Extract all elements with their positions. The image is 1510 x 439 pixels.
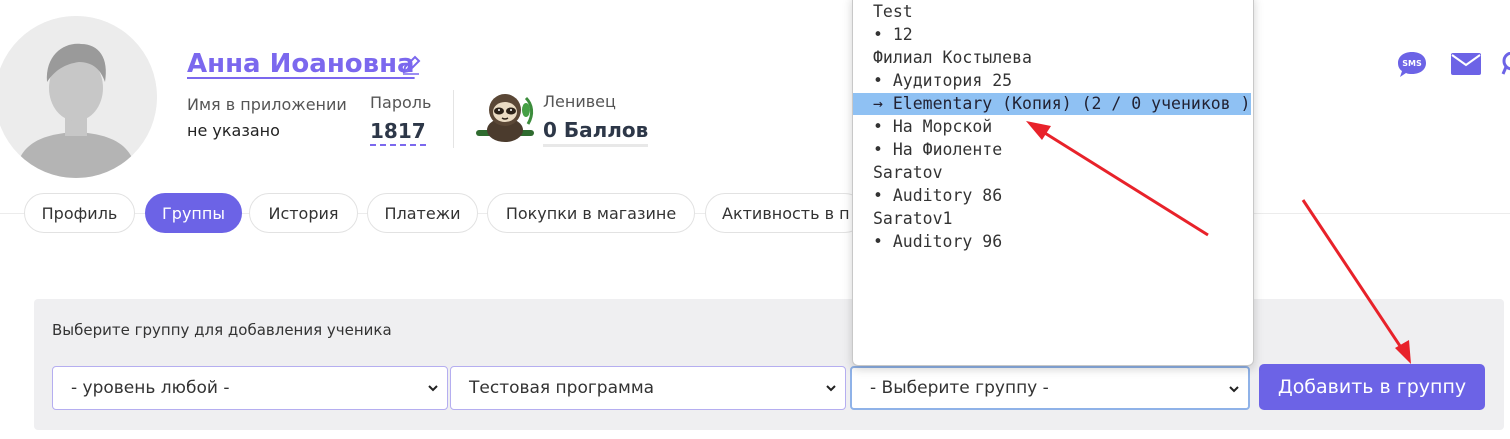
password-label: Пароль — [370, 93, 432, 112]
panel-title: Выберите группу для добавления ученика — [52, 321, 392, 339]
group-option[interactable]: • Аудитория 25 — [853, 70, 1251, 92]
level-select[interactable]: - уровень любой - — [52, 366, 448, 410]
program-select-value: Тестовая программа — [469, 378, 655, 398]
group-option[interactable]: Филиал Костылева — [853, 47, 1251, 69]
tab-shop-purchases[interactable]: Покупки в магазине — [487, 193, 695, 233]
email-icon[interactable] — [1450, 52, 1482, 76]
tab-history[interactable]: История — [249, 193, 358, 233]
tab-activity[interactable]: Активность в п — [705, 193, 865, 233]
group-option[interactable]: Test — [853, 1, 1251, 23]
group-option[interactable]: • Auditory 86 — [853, 185, 1251, 207]
pencil-icon[interactable] — [400, 54, 422, 76]
password-value[interactable]: 1817 — [370, 119, 426, 146]
chevron-down-icon — [428, 385, 438, 392]
sms-icon[interactable]: SMS — [1396, 50, 1428, 78]
app-name-label: Имя в приложении — [187, 95, 347, 114]
group-option[interactable]: • На Фиоленте — [853, 139, 1251, 161]
avatar — [0, 16, 157, 178]
chevron-down-icon — [826, 385, 836, 392]
group-dropdown-list[interactable]: Test • 12 Филиал Костылева • Аудитория 2… — [852, 0, 1254, 366]
app-name-value: не указано — [187, 121, 280, 140]
group-option[interactable]: Saratov — [853, 162, 1251, 184]
points-value: 0 Баллов — [543, 118, 649, 147]
tab-payments[interactable]: Платежи — [367, 193, 478, 233]
chevron-down-icon — [1229, 386, 1239, 393]
more-icon[interactable] — [1500, 52, 1510, 78]
group-select-value: - Выберите группу - — [870, 378, 1049, 398]
group-option-highlighted[interactable]: → Elementary (Копия) (2 / 0 учеников ) — [853, 93, 1251, 115]
student-name-link[interactable]: Анна Иоановна — [187, 49, 415, 79]
svg-text:SMS: SMS — [1402, 59, 1422, 68]
divider — [453, 90, 454, 148]
program-select[interactable]: Тестовая программа — [450, 366, 846, 410]
tab-profile[interactable]: Профиль — [24, 193, 135, 233]
tab-groups[interactable]: Группы — [145, 193, 242, 233]
group-option[interactable]: • На Морской — [853, 116, 1251, 138]
group-option[interactable]: • 12 — [853, 24, 1251, 46]
rank-label: Ленивец — [543, 92, 616, 111]
group-select[interactable]: - Выберите группу - — [850, 366, 1250, 410]
sloth-badge-icon — [476, 94, 534, 142]
add-to-group-button[interactable]: Добавить в группу — [1259, 364, 1485, 410]
group-option[interactable]: • Auditory 96 — [853, 231, 1251, 253]
level-select-value: - уровень любой - — [71, 378, 230, 398]
group-option[interactable]: Saratov1 — [853, 208, 1251, 230]
